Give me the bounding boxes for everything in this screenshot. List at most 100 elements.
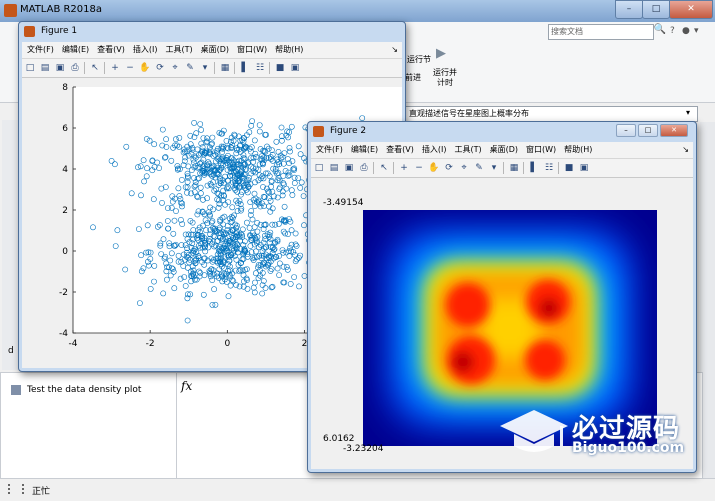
- menu-tools[interactable]: 工具(T): [160, 42, 195, 55]
- undock-arrow-icon[interactable]: ↘: [682, 145, 689, 154]
- figure-logo-icon: [24, 26, 35, 37]
- menu-edit[interactable]: 编辑(E): [346, 142, 381, 155]
- search-documentation-input[interactable]: 搜索文档: [548, 24, 654, 40]
- community-icon[interactable]: ●: [682, 26, 690, 36]
- hide-plot-tools-icon[interactable]: ■: [563, 162, 575, 174]
- menu-help[interactable]: 帮助(H): [270, 42, 306, 55]
- legend-icon[interactable]: ☷: [543, 162, 555, 174]
- y-tick-label: 0: [62, 247, 68, 257]
- figure-2-title-bar[interactable]: Figure 2 –□✕: [308, 122, 696, 142]
- watermark-url: Biguo100.com: [572, 440, 684, 456]
- legend-icon[interactable]: ☷: [254, 62, 266, 74]
- main-window-controls: –□✕: [616, 0, 713, 19]
- pointer-icon[interactable]: ↖: [89, 62, 101, 74]
- maximize-button[interactable]: □: [642, 0, 670, 19]
- zoom-in-icon[interactable]: +: [109, 62, 121, 74]
- watermark-cap-icon: [498, 408, 570, 460]
- open-file-icon[interactable]: ▤: [39, 62, 51, 74]
- x-tick-label: -4: [69, 339, 78, 349]
- help-icon[interactable]: ?: [670, 26, 675, 36]
- menu-view[interactable]: 查看(V): [381, 142, 417, 155]
- main-title-bar[interactable]: MATLAB R2018a –□✕: [0, 0, 715, 22]
- new-figure-icon[interactable]: □: [313, 162, 325, 174]
- rotate-icon[interactable]: ⟳: [154, 62, 166, 74]
- menu-insert[interactable]: 插入(I): [128, 42, 161, 55]
- zoom-out-icon[interactable]: −: [413, 162, 425, 174]
- figure-2-menubar: 文件(F)编辑(E)查看(V)插入(I)工具(T)桌面(D)窗口(W)帮助(H): [311, 142, 693, 159]
- data-cursor-icon[interactable]: ⌖: [458, 162, 470, 174]
- brush-icon[interactable]: ✎: [473, 162, 485, 174]
- file-item-label[interactable]: Test the data density plot: [27, 385, 141, 395]
- close-button[interactable]: ✕: [660, 124, 688, 137]
- close-button[interactable]: ✕: [669, 0, 713, 19]
- minimize-button[interactable]: –: [615, 0, 643, 19]
- advance-label[interactable]: 前进: [405, 72, 421, 83]
- menu-insert[interactable]: 插入(I): [417, 142, 450, 155]
- heatmap-label-bottom-y: 6.0162: [323, 434, 355, 444]
- x-tick-label: 0: [224, 339, 230, 349]
- figure-logo-icon: [313, 126, 324, 137]
- figure-2-toolbar: □▤▣⎙↖+−✋⟳⌖✎▾▦▌☷■▣: [311, 159, 693, 178]
- menu-file[interactable]: 文件(F): [22, 42, 57, 55]
- save-icon[interactable]: ▣: [54, 62, 66, 74]
- menu-window[interactable]: 窗口(W): [232, 42, 270, 55]
- pan-icon[interactable]: ✋: [428, 162, 440, 174]
- save-icon[interactable]: ▣: [343, 162, 355, 174]
- new-figure-icon[interactable]: □: [24, 62, 36, 74]
- search-icon[interactable]: 🔍: [652, 24, 668, 40]
- menu-desktop[interactable]: 桌面(D): [196, 42, 232, 55]
- status-text: 正忙: [32, 484, 50, 497]
- zoom-in-icon[interactable]: +: [398, 162, 410, 174]
- link-plot-icon[interactable]: ▦: [219, 62, 231, 74]
- menu-help[interactable]: 帮助(H): [559, 142, 595, 155]
- y-tick-label: 4: [62, 165, 68, 175]
- menu-file[interactable]: 文件(F): [311, 142, 346, 155]
- colorbar-icon[interactable]: ▌: [239, 62, 251, 74]
- y-tick-label: 6: [62, 124, 68, 134]
- current-folder-address[interactable]: 直观描述信号在星座图上概率分布: [405, 106, 698, 122]
- brush-icon[interactable]: ✎: [184, 62, 196, 74]
- brush-dropdown-icon[interactable]: ▾: [199, 62, 211, 74]
- hide-plot-tools-icon[interactable]: ■: [274, 62, 286, 74]
- link-plot-icon[interactable]: ▦: [508, 162, 520, 174]
- busy-indicator-icon: [8, 484, 24, 494]
- menu-view[interactable]: 查看(V): [92, 42, 128, 55]
- menu-desktop[interactable]: 桌面(D): [485, 142, 521, 155]
- show-plot-tools-icon[interactable]: ▣: [578, 162, 590, 174]
- print-icon[interactable]: ⎙: [358, 162, 370, 174]
- colorbar-icon[interactable]: ▌: [528, 162, 540, 174]
- rotate-icon[interactable]: ⟳: [443, 162, 455, 174]
- expand-toolstrip-icon[interactable]: ▾: [694, 26, 699, 36]
- pointer-icon[interactable]: ↖: [378, 162, 390, 174]
- menu-edit[interactable]: 编辑(E): [57, 42, 92, 55]
- show-plot-tools-icon[interactable]: ▣: [289, 62, 301, 74]
- main-window-title: MATLAB R2018a: [20, 4, 102, 15]
- file-icon: [11, 385, 21, 395]
- heatmap-label-top: -3.49154: [323, 198, 363, 208]
- minimize-button[interactable]: –: [616, 124, 636, 137]
- matlab-logo-icon: [4, 4, 17, 17]
- run-and-time-icon[interactable]: ▶: [436, 46, 452, 62]
- status-bar: 正忙: [0, 478, 715, 501]
- zoom-out-icon[interactable]: −: [124, 62, 136, 74]
- address-dropdown-icon[interactable]: ▾: [686, 108, 690, 117]
- figure-1-title-bar[interactable]: Figure 1: [19, 22, 405, 42]
- y-tick-label: -4: [59, 329, 68, 339]
- undock-arrow-icon[interactable]: ↘: [391, 45, 398, 54]
- pan-icon[interactable]: ✋: [139, 62, 151, 74]
- panel-tab-label[interactable]: d: [8, 346, 14, 356]
- brush-dropdown-icon[interactable]: ▾: [488, 162, 500, 174]
- fx-prompt: fx: [181, 379, 192, 393]
- run-section-label[interactable]: 运行节: [407, 54, 431, 65]
- print-icon[interactable]: ⎙: [69, 62, 81, 74]
- menu-window[interactable]: 窗口(W): [521, 142, 559, 155]
- maximize-button[interactable]: □: [638, 124, 658, 137]
- data-cursor-icon[interactable]: ⌖: [169, 62, 181, 74]
- run-and-time-label[interactable]: 运行并计时: [431, 68, 459, 88]
- figure-2-title: Figure 2: [330, 126, 366, 136]
- y-tick-label: 2: [62, 206, 68, 216]
- open-file-icon[interactable]: ▤: [328, 162, 340, 174]
- y-tick-label: -2: [59, 288, 68, 298]
- x-tick-label: -2: [146, 339, 155, 349]
- menu-tools[interactable]: 工具(T): [449, 142, 484, 155]
